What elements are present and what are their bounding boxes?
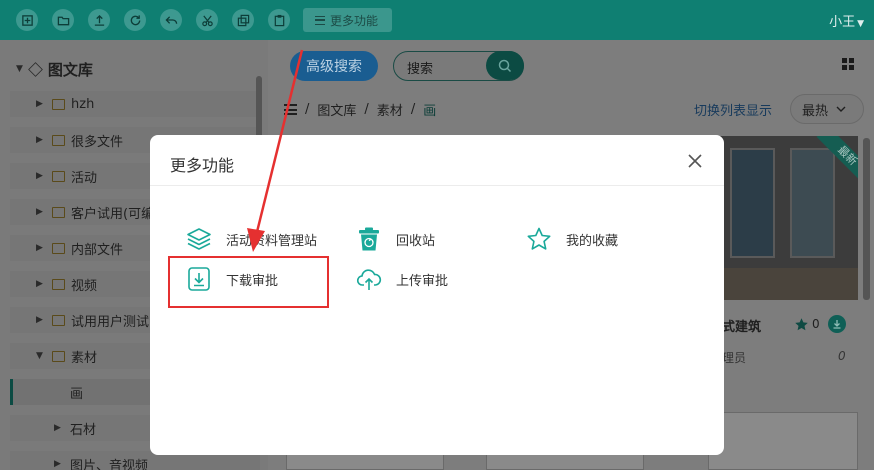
caret-right-icon: ▶ <box>36 315 43 325</box>
grid-view-icon[interactable] <box>842 58 854 70</box>
cloud-upload-icon <box>356 269 382 290</box>
tree-root-label: 图文库 <box>47 60 93 79</box>
switch-list-view-link[interactable]: 切换列表显示 <box>694 100 772 119</box>
more-functions-button[interactable]: 更多功能 <box>303 8 392 32</box>
function-label: 上传审批 <box>396 273 449 289</box>
paste-icon[interactable] <box>268 9 290 31</box>
copy-icon[interactable] <box>232 9 254 31</box>
folder-icon <box>52 98 65 110</box>
asset-owner: 理员 <box>722 351 747 365</box>
upload-icon[interactable] <box>88 9 110 31</box>
advanced-search-button[interactable]: 高级搜索 <box>290 51 378 81</box>
breadcrumb-current: 画 <box>423 104 437 119</box>
chevron-down-icon: ▼ <box>857 19 864 29</box>
folder-icon[interactable] <box>52 9 74 31</box>
undo-icon[interactable] <box>160 9 182 31</box>
upload-approval-item[interactable]: 上传审批 <box>356 266 448 292</box>
search-box[interactable]: 搜索 <box>393 51 524 81</box>
tree-item-label: 视频 <box>71 278 98 294</box>
cube-icon <box>28 61 43 77</box>
user-menu[interactable]: 小王 ▼ <box>829 11 864 30</box>
asset-thumbnail[interactable] <box>708 412 858 470</box>
more-functions-label: 更多功能 <box>330 13 379 28</box>
recycle-bin-item[interactable]: 回收站 <box>356 226 435 252</box>
folder-icon <box>52 206 65 218</box>
sort-select[interactable]: 最热 <box>790 94 864 124</box>
dialog-title: 更多功能 <box>170 156 235 175</box>
caret-right-icon: ▶ <box>54 423 61 433</box>
tree-item-hzh[interactable]: ▶ hzh <box>10 91 260 117</box>
caret-down-icon: ▼ <box>36 351 43 361</box>
search-icon <box>498 59 512 72</box>
tree-item-label: 客户试用(可编 <box>71 206 155 222</box>
asset-title: 式建筑 <box>722 320 762 335</box>
tree-item-label: hzh <box>71 96 95 112</box>
caret-down-icon: ▼ <box>16 64 23 74</box>
breadcrumb-item[interactable]: 素材 <box>377 100 403 119</box>
folder-icon <box>52 314 65 326</box>
tree-item-label: 素材 <box>71 350 98 366</box>
close-icon[interactable] <box>686 152 704 170</box>
caret-right-icon: ▶ <box>36 279 43 289</box>
tree-item-label: 试用用户测试 <box>71 314 150 330</box>
function-label: 回收站 <box>396 233 436 249</box>
search-input[interactable]: 搜索 <box>407 58 433 77</box>
function-label: 活动资料管理站 <box>226 233 318 249</box>
tree-root[interactable]: ▼ 图文库 <box>16 59 93 79</box>
folder-open-icon <box>52 350 65 362</box>
content-scrollbar[interactable] <box>863 138 870 300</box>
star-icon <box>527 227 551 250</box>
refresh-icon[interactable] <box>124 9 146 31</box>
search-button[interactable] <box>486 51 524 80</box>
divider <box>150 185 724 186</box>
download-icon[interactable] <box>827 315 846 333</box>
caret-right-icon: ▶ <box>36 243 43 253</box>
new-icon[interactable] <box>16 9 38 31</box>
cut-icon[interactable] <box>196 9 218 31</box>
folder-icon <box>52 242 65 254</box>
caret-right-icon: ▶ <box>36 135 43 145</box>
breadcrumb: / 图文库 / 素材 / 画 <box>284 100 436 119</box>
tree-item-label: 活动 <box>71 170 98 186</box>
caret-right-icon: ▶ <box>36 207 43 217</box>
tree-item-label: 内部文件 <box>71 242 124 258</box>
layers-icon <box>187 228 211 250</box>
top-toolbar: 更多功能 小王 ▼ <box>0 0 874 40</box>
sort-value: 最热 <box>802 103 829 119</box>
highlight-box <box>168 256 329 308</box>
tree-item-label: 画 <box>70 386 84 402</box>
asset-count: 0 <box>838 349 846 363</box>
my-favorites-item[interactable]: 我的收藏 <box>526 226 618 252</box>
star-icon[interactable] <box>794 317 809 332</box>
user-name: 小王 <box>829 15 856 30</box>
caret-right-icon: ▶ <box>54 459 61 469</box>
folder-icon <box>52 134 65 146</box>
favorite-count: 0 <box>812 317 820 331</box>
chevron-down-icon <box>836 106 846 112</box>
breadcrumb-item[interactable]: 图文库 <box>317 100 356 119</box>
function-label: 我的收藏 <box>566 233 619 249</box>
tree-item-label: 图片、音视频 <box>70 458 149 470</box>
folder-icon <box>52 170 65 182</box>
new-badge: 最新 <box>806 136 858 188</box>
folder-icon <box>52 278 65 290</box>
caret-right-icon: ▶ <box>36 99 43 109</box>
tree-item-label: 石材 <box>70 422 97 438</box>
asset-stats: 0 <box>794 315 846 333</box>
tree-item-label: 很多文件 <box>71 134 124 150</box>
list-icon[interactable] <box>284 104 297 115</box>
recycle-bin-icon <box>359 227 379 251</box>
activity-materials-station-item[interactable]: 活动资料管理站 <box>186 226 317 252</box>
caret-right-icon: ▶ <box>36 171 43 181</box>
menu-icon <box>315 15 325 25</box>
